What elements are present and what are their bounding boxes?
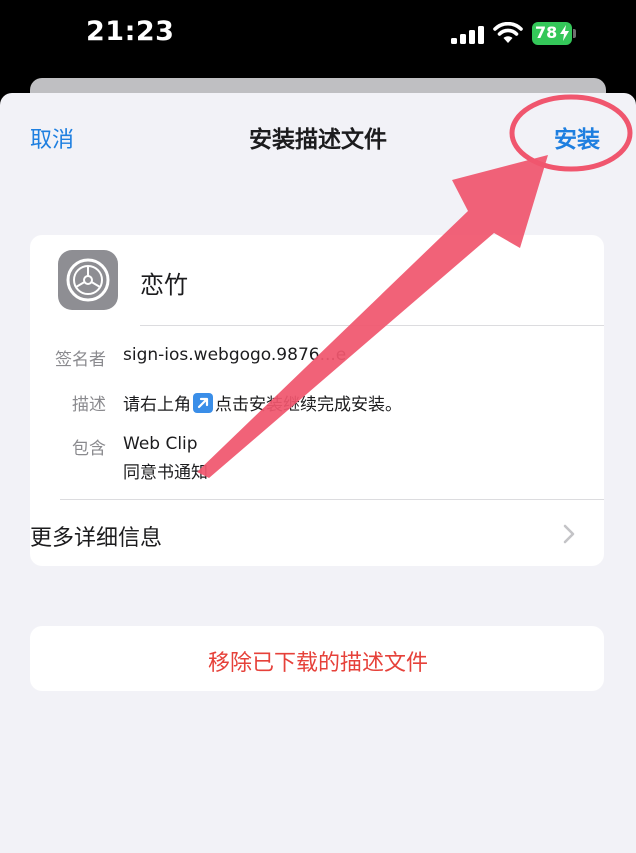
profile-name: 恋竹 (140, 271, 188, 299)
remove-profile-label: 移除已下载的描述文件 (207, 651, 428, 676)
contains-label: 包含 (72, 439, 106, 459)
chevron-right-icon (563, 524, 575, 544)
signer-value: sign-ios.webgogo.9876...e (123, 345, 347, 365)
contains-value: Web Clip (123, 434, 198, 454)
more-details-label: 更多详细信息 (30, 526, 163, 551)
status-bar: 21:23 78 (0, 0, 636, 70)
description-label: 描述 (72, 395, 106, 415)
settings-gear-icon (58, 250, 118, 310)
divider (140, 325, 604, 326)
battery-icon: 78 (532, 22, 576, 45)
up-right-arrow-icon (193, 393, 213, 413)
battery-level: 78 (535, 23, 558, 42)
description-text-before: 请右上角 (123, 395, 191, 415)
contains-value-line2: 同意书通知 (123, 463, 208, 483)
charging-bolt-icon (560, 25, 569, 41)
install-button[interactable]: 安装 (554, 120, 600, 154)
status-time: 21:23 (86, 16, 175, 47)
description-text-after: 点击安装继续完成安装。 (215, 395, 402, 415)
wifi-icon (493, 22, 523, 43)
sheet-title: 安装描述文件 (249, 127, 387, 153)
cellular-signal-icon (451, 26, 484, 44)
signer-label: 签名者 (55, 350, 106, 370)
description-value: 请右上角 点击安装继续完成安装。 (123, 390, 402, 415)
